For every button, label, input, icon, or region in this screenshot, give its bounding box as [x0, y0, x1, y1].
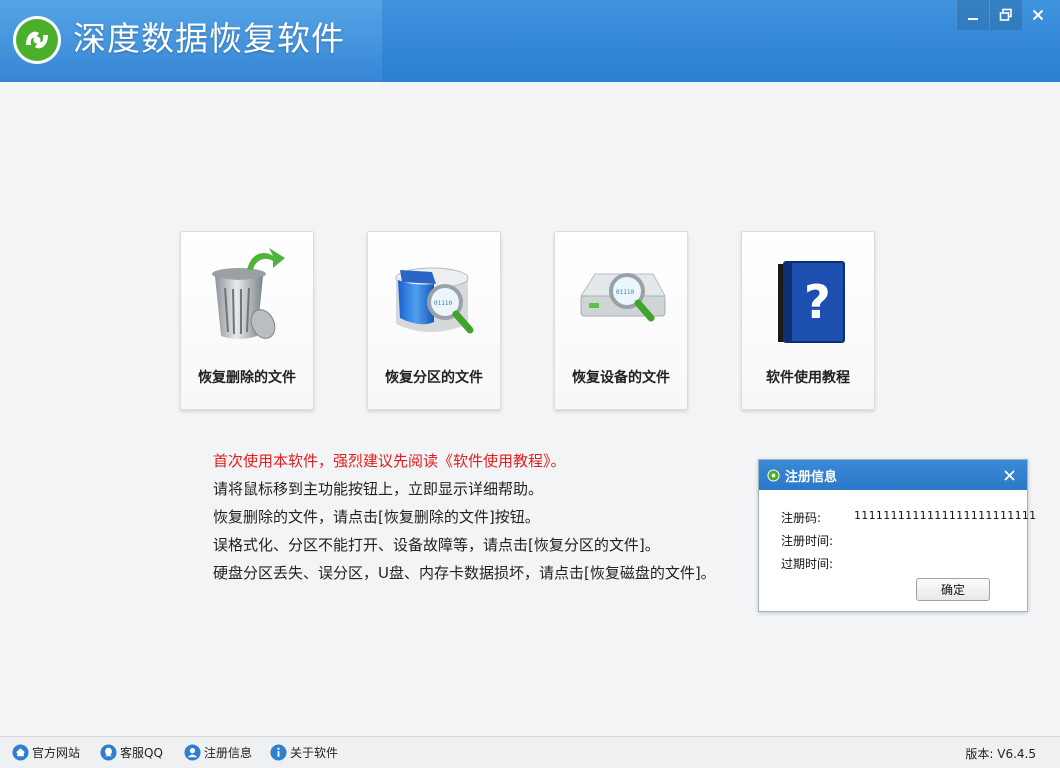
about-software-link[interactable]: 关于软件: [270, 743, 338, 761]
restore-button[interactable]: [989, 0, 1022, 30]
qq-icon: [100, 743, 117, 761]
home-icon: [12, 743, 29, 761]
close-button[interactable]: [1022, 0, 1054, 30]
help-text: 首次使用本软件，强烈建议先阅读《软件使用教程》。 请将鼠标移到主功能按钮上，立即…: [213, 447, 716, 587]
tile-label: 恢复分区的文件: [385, 370, 483, 386]
reg-code-label: 注册码:: [781, 511, 822, 525]
ok-button[interactable]: 确定: [916, 578, 990, 601]
main-content: [0, 82, 1060, 736]
warning-line: 首次使用本软件，强烈建议先阅读《软件使用教程》。: [213, 452, 566, 470]
recover-device-files-button[interactable]: 01110 恢复设备的文件: [554, 231, 688, 410]
tile-label: 恢复设备的文件: [572, 370, 670, 386]
reg-time-row: 注册时间:: [781, 532, 833, 549]
reg-code-value: 1111111111111111111111111: [854, 509, 1037, 522]
status-item-label: 注册信息: [204, 745, 253, 760]
recover-deleted-files-button[interactable]: 恢复删除的文件: [180, 231, 314, 410]
minimize-button[interactable]: [956, 0, 989, 30]
tile-label: 软件使用教程: [766, 370, 850, 386]
partition-search-icon: 01110: [395, 267, 474, 334]
expire-time-label: 过期时间:: [781, 557, 834, 571]
version-label: 版本: V6.4.5: [965, 747, 1036, 761]
software-tutorial-button[interactable]: ? 软件使用教程: [741, 231, 875, 410]
window-controls: [956, 0, 1054, 30]
status-item-label: 客服QQ: [120, 745, 163, 760]
info-icon: [270, 743, 287, 761]
dialog-title: 注册信息: [785, 470, 838, 485]
app-title: 深度数据恢复软件: [73, 19, 345, 58]
reg-time-label: 注册时间:: [781, 534, 834, 548]
help-line: 恢复删除的文件，请点击[恢复删除的文件]按钮。: [213, 508, 540, 526]
recover-partition-files-button[interactable]: 01110 恢复分区的文件: [367, 231, 501, 410]
title-bar: 深度数据恢复软件: [0, 0, 1060, 82]
minimize-icon: [968, 18, 978, 20]
customer-service-qq-link[interactable]: 客服QQ: [100, 743, 163, 761]
app-logo-icon: [13, 16, 61, 64]
svg-text:?: ?: [804, 275, 831, 329]
registration-info-link[interactable]: 注册信息: [184, 743, 252, 761]
help-book-icon: ?: [778, 261, 845, 343]
restore-icon: [999, 8, 1012, 21]
help-line: 硬盘分区丢失、误分区，U盘、内存卡数据损坏，请点击[恢复磁盘的文件]。: [213, 564, 716, 582]
help-line: 误格式化、分区不能打开、设备故障等，请点击[恢复分区的文件]。: [213, 536, 660, 554]
svg-text:01110: 01110: [616, 289, 634, 296]
status-bar: 官方网站 客服QQ 注册信息 关于软件 版本: V6.4.5: [0, 736, 1060, 768]
device-search-icon: 01110: [580, 273, 666, 322]
user-icon: [184, 743, 201, 761]
official-website-link[interactable]: 官方网站: [12, 743, 80, 761]
tile-label: 恢复删除的文件: [198, 370, 296, 386]
recycle-bin-icon: [212, 248, 285, 339]
close-icon: [1003, 469, 1015, 481]
expire-time-row: 过期时间:: [781, 555, 833, 572]
svg-text:01110: 01110: [434, 300, 452, 307]
app-logo-icon: [767, 469, 780, 482]
status-item-label: 官方网站: [32, 745, 81, 760]
help-line: 请将鼠标移到主功能按钮上，立即显示详细帮助。: [213, 480, 544, 498]
dialog-close-button[interactable]: [997, 463, 1021, 487]
reg-code-row: 注册码: 1111111111111111111111111: [781, 509, 1036, 526]
status-item-label: 关于软件: [290, 745, 339, 760]
close-icon: [1032, 9, 1044, 21]
dialog-header: 注册信息: [759, 460, 1027, 490]
registration-dialog: 注册信息 注册码: 1111111111111111111111111 注册时间…: [758, 459, 1036, 612]
